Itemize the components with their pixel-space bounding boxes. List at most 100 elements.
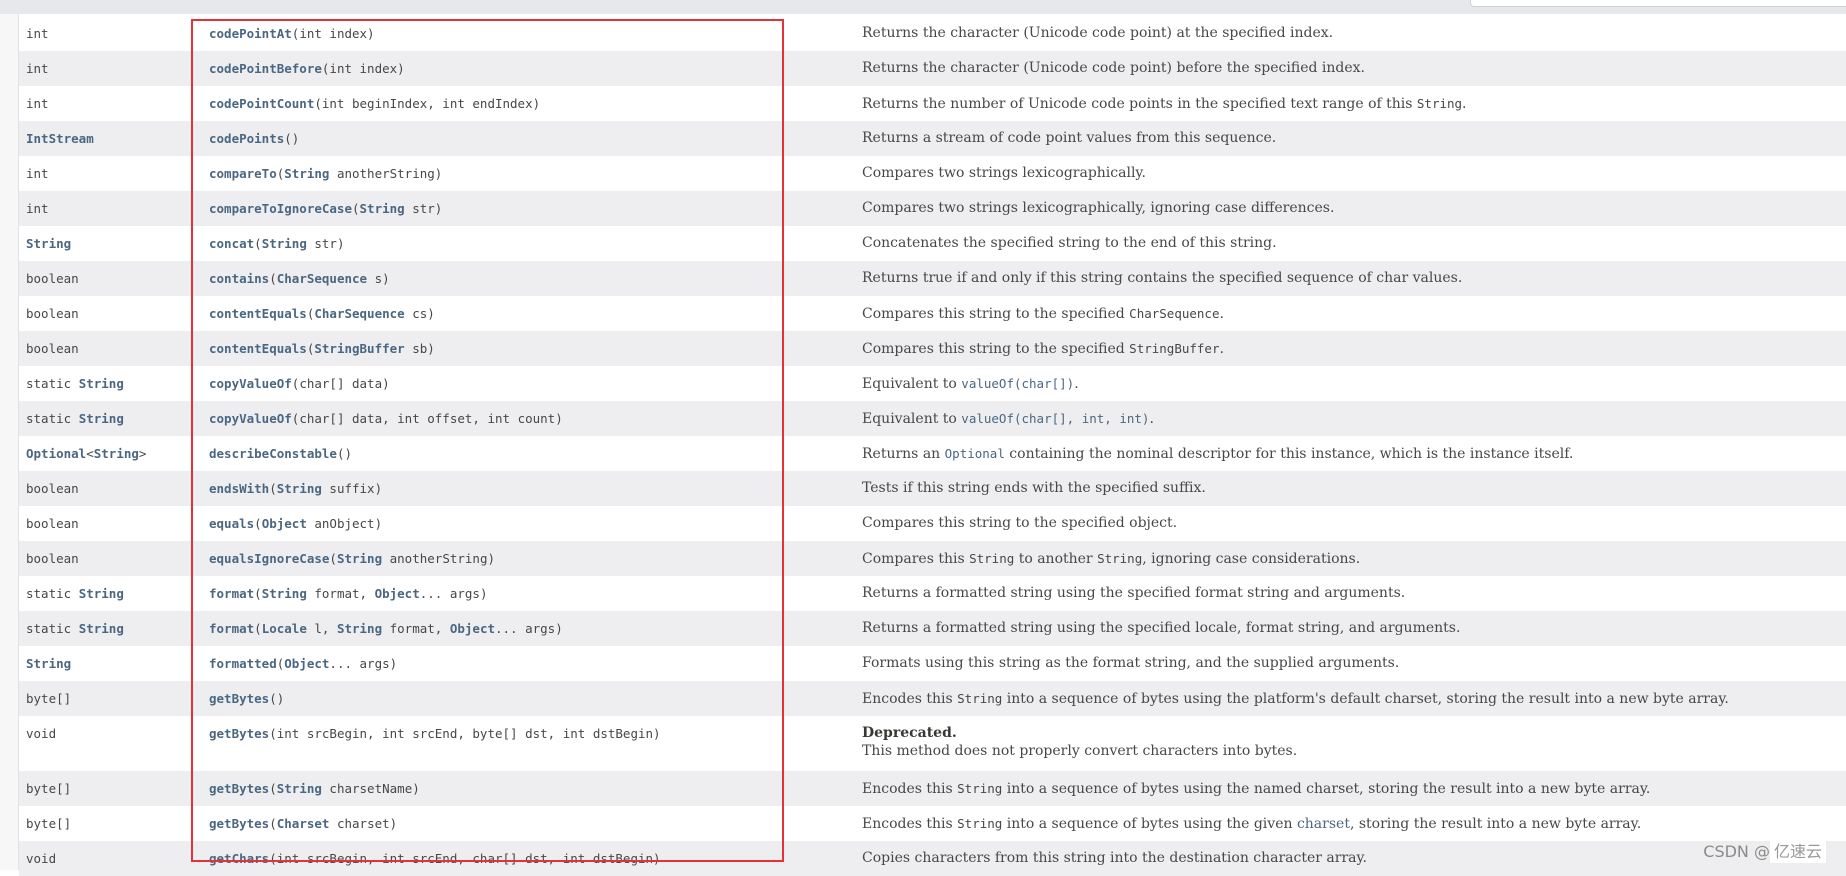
params-text: sb)	[404, 341, 435, 356]
code-link[interactable]: valueOf(char[])	[961, 376, 1074, 391]
return-type: static String	[26, 576, 124, 611]
method-link[interactable]: copyValueOf	[209, 411, 292, 426]
type-link[interactable]: String	[277, 481, 322, 496]
type-link[interactable]: Locale	[262, 621, 307, 636]
return-type-text: boolean	[26, 551, 79, 566]
params-text: (int index)	[321, 61, 405, 76]
type-link[interactable]: String	[79, 411, 124, 426]
code-link[interactable]: valueOf(char[], int, int)	[961, 411, 1149, 426]
method-link[interactable]: equals	[209, 516, 254, 531]
params-text: charsetName)	[321, 781, 420, 796]
return-type: String	[26, 646, 71, 681]
method-link[interactable]: describeConstable	[209, 446, 337, 461]
type-link[interactable]: String	[360, 201, 405, 216]
table-row: byte[] getBytes(String charsetName) Encode…	[19, 771, 1846, 806]
method-description: Compares two strings lexicographically, …	[862, 191, 1334, 226]
method-signature: getBytes(int srcBegin, int srcEnd, byte[…	[209, 716, 661, 751]
type-link[interactable]: String	[79, 621, 124, 636]
method-link[interactable]: endsWith	[209, 481, 269, 496]
type-link[interactable]: String	[79, 376, 124, 391]
type-link[interactable]: IntStream	[26, 131, 94, 146]
method-link[interactable]: copyValueOf	[209, 376, 292, 391]
description-text: Equivalent to	[862, 411, 962, 427]
method-signature: describeConstable()	[209, 436, 352, 471]
type-link[interactable]: Object	[284, 656, 329, 671]
type-link[interactable]: String	[26, 656, 71, 671]
method-link[interactable]: format	[209, 586, 254, 601]
method-signature: codePointCount(int beginIndex, int endIn…	[209, 86, 540, 121]
table-row: static String format(String format, Objec…	[19, 576, 1846, 611]
method-link[interactable]: getBytes	[209, 691, 269, 706]
return-type: static String	[26, 611, 124, 646]
method-signature: getBytes(String charsetName)	[209, 771, 420, 806]
method-link[interactable]: codePointBefore	[209, 61, 322, 76]
method-signature: formatted(Object... args)	[209, 646, 397, 681]
method-description: Compares this string to the specified Ch…	[862, 296, 1224, 332]
method-link[interactable]: compareToIgnoreCase	[209, 201, 352, 216]
description-text: Compares two strings lexicographically, …	[862, 200, 1335, 216]
type-link[interactable]: String	[284, 166, 329, 181]
type-link[interactable]: StringBuffer	[314, 341, 404, 356]
method-link[interactable]: contentEquals	[209, 306, 307, 321]
method-description: Deprecated. This method does not properly…	[862, 724, 1297, 760]
type-link[interactable]: String	[79, 586, 124, 601]
description-text: Returns a stream of code point values fr…	[862, 130, 1277, 146]
type-link[interactable]: Object	[375, 586, 420, 601]
deprecation-note: This method does not properly convert ch…	[862, 743, 1298, 759]
method-link[interactable]: codePoints	[209, 131, 284, 146]
table-row: int compareTo(String anotherString) Compar…	[19, 156, 1846, 191]
method-link[interactable]: compareTo	[209, 166, 277, 181]
description-text: , storing the result into a new byte arr…	[1349, 816, 1642, 832]
method-link[interactable]: equalsIgnoreCase	[209, 551, 329, 566]
search-area-edge	[1470, 0, 1846, 7]
description-text: to another	[1014, 551, 1098, 567]
return-type: boolean	[26, 471, 79, 506]
return-type-text: byte[]	[26, 781, 72, 796]
type-link[interactable]: CharSequence	[277, 271, 367, 286]
table-row: void getChars(int srcBegin, int srcEnd, c…	[19, 841, 1846, 876]
method-signature: endsWith(String suffix)	[209, 471, 382, 506]
method-signature: codePointBefore(int index)	[209, 51, 405, 86]
left-gutter	[0, 14, 19, 870]
method-link[interactable]: codePointAt	[209, 26, 292, 41]
table-row: boolean contentEquals(CharSequence cs) Com…	[19, 296, 1846, 331]
table-row: IntStream codePoints() Returns a stream of…	[19, 121, 1846, 156]
type-link[interactable]: String	[94, 446, 139, 461]
doc-link[interactable]: charset	[1297, 816, 1350, 832]
watermark-text: CSDN @	[1703, 842, 1770, 861]
type-link[interactable]: String	[277, 781, 322, 796]
method-link[interactable]: codePointCount	[209, 96, 314, 111]
method-link[interactable]: getChars	[209, 851, 269, 866]
table-row: static String copyValueOf(char[] data) Equ…	[19, 366, 1846, 401]
return-type: int	[26, 86, 49, 121]
method-description: Tests if this string ends with the speci…	[862, 471, 1206, 506]
return-type-text: boolean	[26, 516, 79, 531]
type-link[interactable]: String	[337, 551, 382, 566]
type-link[interactable]: Object	[262, 516, 307, 531]
params-text: (	[329, 551, 337, 566]
return-type-text: int	[26, 166, 49, 181]
type-link[interactable]: CharSequence	[314, 306, 404, 321]
type-link[interactable]: String	[262, 236, 307, 251]
method-description: Returns the character (Unicode code poin…	[862, 51, 1365, 86]
method-link[interactable]: getBytes	[209, 726, 269, 741]
type-link[interactable]: String	[337, 621, 382, 636]
method-link[interactable]: getBytes	[209, 816, 269, 831]
method-link[interactable]: contentEquals	[209, 341, 307, 356]
code-link[interactable]: Optional	[945, 446, 1005, 461]
method-link[interactable]: concat	[209, 236, 254, 251]
type-link[interactable]: Optional	[26, 446, 86, 461]
params-text: str)	[404, 201, 443, 216]
return-type: byte[]	[26, 806, 71, 841]
method-link[interactable]: contains	[209, 271, 269, 286]
return-type: Optional<String>	[26, 436, 146, 471]
type-link[interactable]: String	[26, 236, 71, 251]
method-link[interactable]: getBytes	[209, 781, 269, 796]
type-link[interactable]: Charset	[277, 816, 330, 831]
return-type: byte[]	[26, 771, 71, 806]
params-text: format,	[382, 621, 450, 636]
method-link[interactable]: format	[209, 621, 254, 636]
type-link[interactable]: Object	[450, 621, 495, 636]
type-link[interactable]: String	[262, 586, 307, 601]
method-link[interactable]: formatted	[209, 656, 277, 671]
